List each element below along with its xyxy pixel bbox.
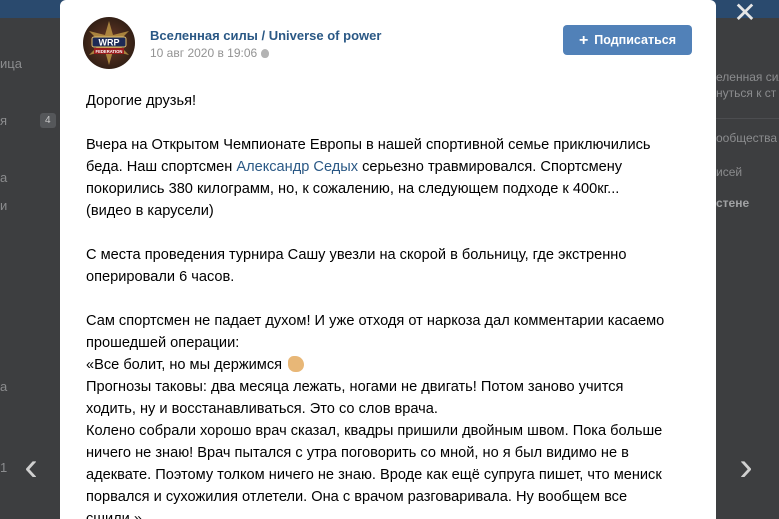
next-arrow-icon[interactable]: ›: [731, 445, 761, 491]
post-line: Сам спортсмен не падает духом! И уже отх…: [86, 313, 665, 329]
apple-icon: [261, 49, 270, 58]
wrp-logo-icon: WRP FEDERATION: [89, 21, 129, 65]
prev-arrow-icon[interactable]: ‹: [16, 445, 46, 491]
group-avatar[interactable]: WRP FEDERATION: [83, 17, 135, 69]
post-line: оперировали 6 часов.: [86, 269, 235, 285]
background-right-text: нуться к ст: [716, 86, 777, 100]
background-left-text: ица: [0, 56, 22, 71]
background-right-text: исей: [716, 165, 743, 179]
subscribe-label: Подписаться: [594, 33, 677, 47]
post-line: ходить, ну и восстанавливаться. Это со с…: [86, 401, 438, 417]
post-line: порвался и сухожилия отлетели. Она с вра…: [86, 489, 628, 505]
post-line: Дорогие друзья!: [86, 93, 197, 109]
post-line: покорились 380 килограмм, но, к сожалени…: [86, 181, 620, 197]
plus-icon: +: [578, 32, 589, 49]
post-text: Дорогие друзья! Вчера на Открытом Чемпио…: [86, 90, 696, 519]
background-left-text: а: [0, 379, 8, 394]
background-right-column: еленная сил нуться к ст ообщества исей с…: [716, 18, 779, 519]
post-modal: WRP FEDERATION Вселенная силы / Universe…: [60, 0, 716, 519]
group-name-link[interactable]: Вселенная силы / Universe of power: [150, 28, 381, 43]
post-line: сшили.»: [86, 511, 142, 519]
post-line: Вчера на Открытом Чемпионате Европы в на…: [86, 137, 651, 153]
post-line: ничего не знаю! Врач пытался с утра пого…: [86, 445, 629, 461]
background-left-text: а: [0, 170, 8, 185]
post-line: прошедшей операции:: [86, 335, 240, 351]
flexed-biceps-icon: [288, 356, 305, 372]
background-badge: 4: [40, 113, 56, 128]
post-line: Прогнозы таковы: два месяца лежать, нога…: [86, 379, 624, 395]
background-left-text: я: [0, 113, 8, 128]
background-left-text: 1: [0, 460, 8, 475]
post-line: Колено собрали хорошо врач сказал, квадр…: [86, 423, 663, 439]
background-left-text: и: [0, 198, 8, 213]
avatar-logo-subtext: FEDERATION: [96, 49, 123, 54]
post-line: (видео в карусели): [86, 203, 214, 219]
subscribe-button[interactable]: + Подписаться: [563, 25, 692, 55]
post-line: С места проведения турнира Сашу увезли н…: [86, 247, 627, 263]
post-header: WRP FEDERATION Вселенная силы / Universe…: [60, 0, 716, 70]
post-date[interactable]: 10 авг 2020 в 19:06: [150, 46, 270, 60]
close-icon[interactable]: ✕: [733, 0, 757, 27]
background-right-text: ообщества: [716, 131, 778, 145]
background-divider: [716, 118, 779, 119]
mention-link[interactable]: Александр Седых: [236, 159, 358, 175]
post-date-text: 10 авг 2020 в 19:06: [150, 46, 258, 60]
background-right-text: еленная сил: [716, 70, 779, 84]
avatar-logo-text: WRP: [99, 38, 120, 48]
background-left-column: ица я 4 а и а 1: [0, 18, 60, 519]
post-line: беда. Наш спортсмен Александр Седых серь…: [86, 159, 623, 175]
post-line: «Все болит, но мы держимся: [86, 354, 696, 376]
post-line: адеквате. Поэтому толком ничего не знаю.…: [86, 467, 662, 483]
background-right-text: стене: [716, 196, 750, 210]
